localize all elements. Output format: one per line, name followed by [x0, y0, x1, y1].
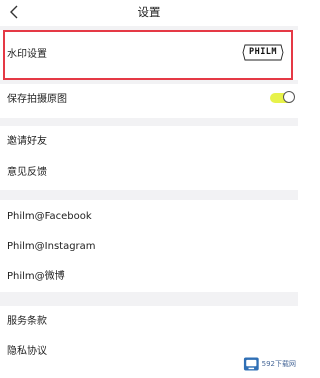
toggle-knob: [283, 91, 295, 103]
privacy-policy-label: 隐私协议: [7, 346, 47, 357]
site-watermark: 592下载网: [241, 353, 296, 375]
section-divider: [0, 292, 298, 306]
facebook-row[interactable]: Philm@Facebook: [0, 200, 298, 232]
site-logo-icon: [243, 357, 259, 371]
feedback-row[interactable]: 意见反馈: [0, 158, 298, 190]
section-divider: [0, 190, 298, 200]
site-watermark-text: 592下载网: [261, 359, 296, 368]
philm-watermark-badge[interactable]: PHILM: [242, 44, 284, 61]
page-title: 设置: [137, 5, 161, 19]
terms-of-service-label: 服务条款: [7, 316, 47, 327]
invite-friends-label: 邀请好友: [7, 136, 47, 147]
weibo-row[interactable]: Philm@微博: [0, 262, 298, 292]
weibo-label: Philm@微博: [7, 271, 65, 282]
instagram-label: Philm@Instagram: [7, 241, 96, 252]
save-original-photo-label: 保存拍摄原图: [7, 94, 67, 105]
feedback-label: 意见反馈: [7, 167, 47, 178]
philm-badge-text: PHILM: [248, 47, 278, 57]
header-bar: 设置: [0, 0, 298, 26]
invite-friends-row[interactable]: 邀请好友: [0, 126, 298, 158]
facebook-label: Philm@Facebook: [7, 211, 92, 222]
save-original-toggle[interactable]: [270, 91, 296, 105]
terms-of-service-row[interactable]: 服务条款: [0, 306, 298, 338]
save-original-photo-row: 保存拍摄原图: [0, 84, 298, 118]
watermark-settings-label: 水印设置: [7, 49, 47, 60]
instagram-row[interactable]: Philm@Instagram: [0, 232, 298, 262]
section-divider: [0, 118, 298, 126]
